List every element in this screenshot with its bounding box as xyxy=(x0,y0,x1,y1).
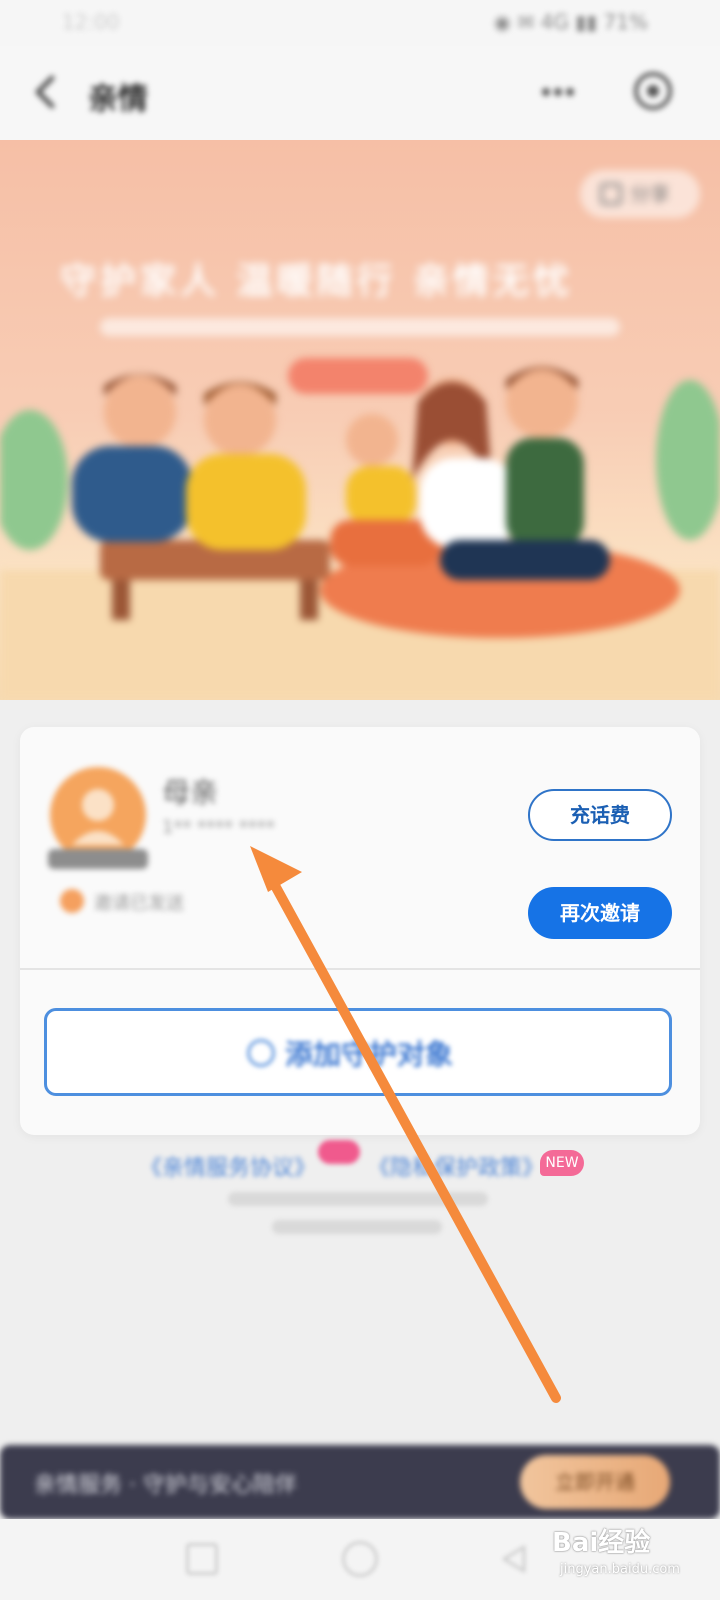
home-icon[interactable] xyxy=(342,1541,378,1577)
baidu-jingyan-watermark: Bai经验 jingyan.baidu.com xyxy=(552,1512,712,1582)
guardian-card: 母亲 1** **** **** 邀请已发送 充话费 再次邀请 添加守护对象 xyxy=(20,727,700,1135)
invite-status-text: 邀请已发送 xyxy=(94,893,184,914)
avatar xyxy=(48,765,148,869)
contact-phone: 1** **** **** xyxy=(162,817,275,838)
footnote-line xyxy=(272,1220,442,1234)
app-screen: 12:00 ◉ ✉ 4G ▮▮ 71% 亲情 分享 守护家人 温暖随行 亲情无忧 xyxy=(0,0,720,1600)
topup-button[interactable]: 充话费 xyxy=(528,789,672,841)
contact-name: 母亲 xyxy=(162,776,219,809)
watermark-logo: Bai经验 xyxy=(552,1528,651,1558)
service-agreement-link[interactable]: 《亲情服务协议》 xyxy=(140,1150,316,1182)
agreement-links: 《亲情服务协议》 《隐私保护政策》 xyxy=(0,1140,720,1260)
status-time: 12:00 xyxy=(62,10,120,34)
top-nav-bar: 亲情 xyxy=(0,46,720,140)
status-dot-icon xyxy=(60,889,84,913)
add-guardian-target-button[interactable]: 添加守护对象 xyxy=(44,1008,672,1096)
default-avatar-icon xyxy=(48,767,148,869)
hot-badge xyxy=(318,1140,360,1164)
promo-bar[interactable]: 亲情服务 · 守护与安心陪伴 立即开通 xyxy=(0,1445,720,1519)
privacy-policy-link[interactable]: 《隐私保护政策》 xyxy=(368,1150,544,1182)
status-bar: 12:00 ◉ ✉ 4G ▮▮ 71% xyxy=(0,0,720,46)
recent-apps-icon[interactable] xyxy=(186,1543,218,1575)
plus-circle-icon xyxy=(247,1039,275,1067)
settings-icon[interactable] xyxy=(632,70,674,112)
family-illustration xyxy=(0,366,720,700)
page-title: 亲情 xyxy=(88,82,148,117)
promo-cta-button[interactable]: 立即开通 xyxy=(520,1455,670,1509)
add-target-label: 添加守护对象 xyxy=(285,1038,454,1071)
footnote-line xyxy=(228,1192,488,1206)
card-divider xyxy=(20,968,700,970)
watermark-url: jingyan.baidu.com xyxy=(560,1562,680,1577)
hero-banner[interactable]: 分享 守护家人 温暖随行 亲情无忧 xyxy=(0,140,720,700)
promo-text: 亲情服务 · 守护与安心陪伴 xyxy=(34,1473,297,1498)
reinvite-button[interactable]: 再次邀请 xyxy=(528,887,672,939)
system-back-icon[interactable] xyxy=(498,1543,530,1575)
status-indicators: ◉ ✉ 4G ▮▮ 71% xyxy=(493,10,648,34)
more-dots-icon[interactable] xyxy=(540,82,576,102)
chevron-left-icon[interactable] xyxy=(28,72,62,112)
banner-illustration: 分享 守护家人 温暖随行 亲情无忧 xyxy=(0,140,720,700)
new-badge: NEW xyxy=(540,1150,584,1176)
